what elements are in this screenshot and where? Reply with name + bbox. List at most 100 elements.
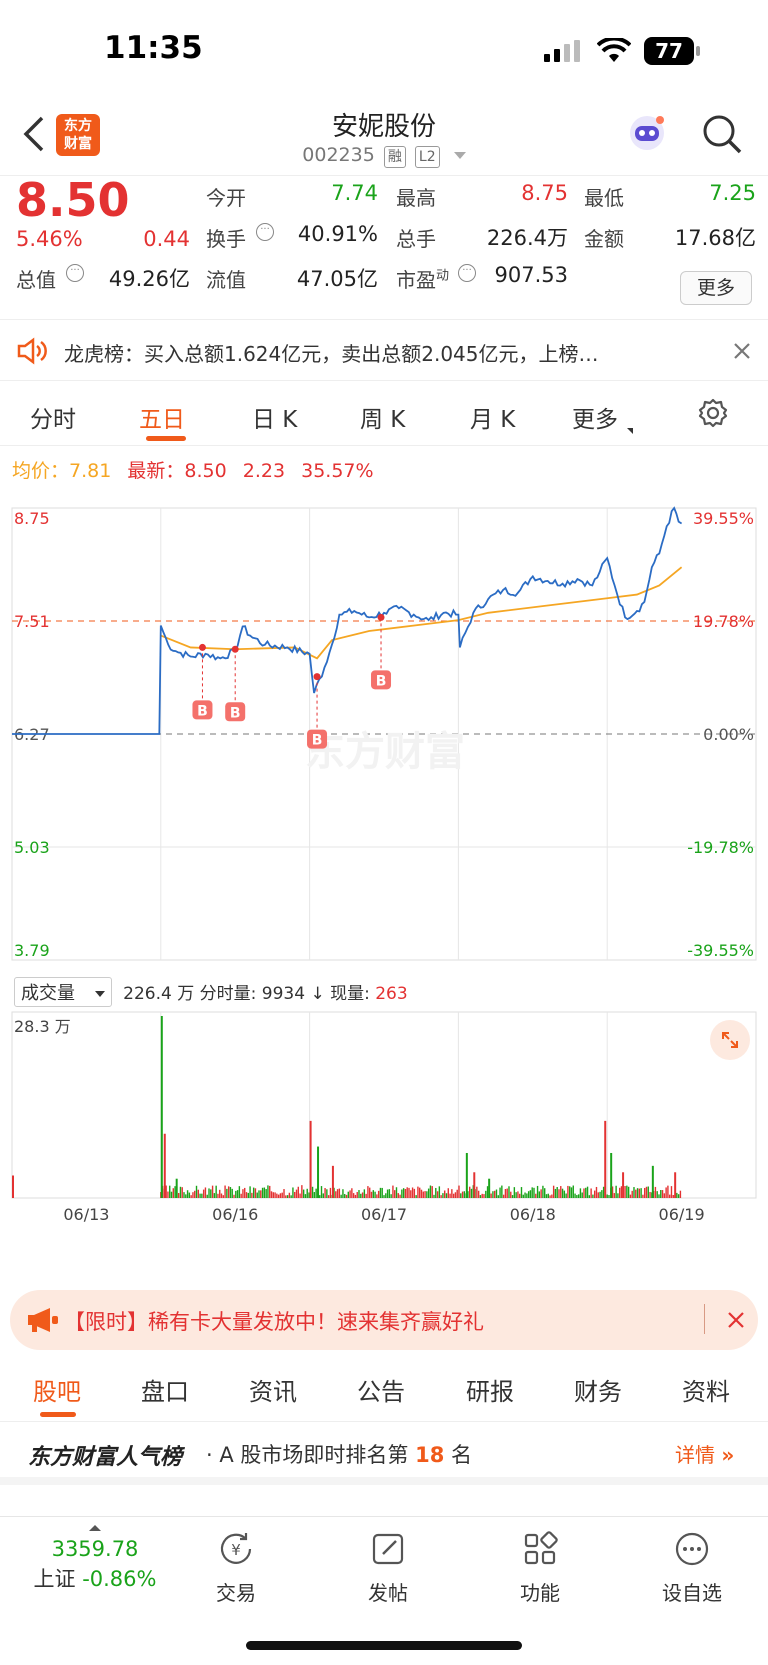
chart-tabs: 分时 五日 日 K 周 K 月 K 更多 <box>0 382 768 446</box>
info-icon[interactable]: ··· <box>256 223 274 241</box>
level-tag: L2 <box>414 146 440 168</box>
volume-frame <box>11 1011 757 1199</box>
stock-header: 东方 财富 安妮股份 002235 融 L2 <box>0 100 768 176</box>
tab-research[interactable]: 研报 <box>466 1372 514 1407</box>
wifi-icon <box>596 36 632 68</box>
tab-monthly-k[interactable]: 月 K <box>470 400 515 434</box>
add-watchlist-button[interactable]: 设自选 <box>632 1529 752 1606</box>
latest-label: 最新： <box>127 460 185 482</box>
robot-assistant-icon[interactable] <box>626 112 668 158</box>
mktcap-label: 总值 <box>16 268 56 292</box>
close-icon[interactable] <box>732 341 752 365</box>
pe-label-text: 市盈 <box>396 268 436 292</box>
tab-five-day[interactable]: 五日 <box>139 400 185 434</box>
active-subtab-indicator <box>40 1412 76 1417</box>
popularity-ranking[interactable]: 东方财富人气榜 · A 股市场即时排名第 18 名 详情 » <box>0 1423 768 1485</box>
corner-arrow-icon <box>627 428 634 434</box>
post-button[interactable]: 发帖 <box>328 1529 448 1606</box>
detail-link[interactable]: 详情 » <box>675 1439 734 1468</box>
up-arrow-icon <box>89 1525 101 1531</box>
volume-value: 226.4万 <box>486 226 568 250</box>
expand-icon[interactable] <box>710 1020 750 1060</box>
detail-label: 详情 <box>675 1443 715 1467</box>
dragon-tiger-notice[interactable]: 龙虎榜：买入总额1.624亿元，卖出总额2.045亿元，上榜… <box>0 321 768 381</box>
tab-daily-k[interactable]: 日 K <box>252 400 297 434</box>
trade-icon: ¥ <box>220 1533 252 1564</box>
notice-text: 龙虎榜：买入总额1.624亿元，卖出总额2.045亿元，上榜… <box>64 342 599 366</box>
megaphone-icon <box>26 1306 60 1338</box>
tab-news[interactable]: 资讯 <box>249 1372 297 1407</box>
latest-value: 8.50 <box>184 460 227 482</box>
index-ticker[interactable]: 3359.78 上证 -0.86% <box>20 1525 170 1593</box>
tab-order-book[interactable]: 盘口 <box>141 1372 189 1407</box>
tab-stock-forum[interactable]: 股吧 <box>33 1372 81 1407</box>
price-plot[interactable]: 8.75 39.55%7.51 19.78%6.27 0.00%5.03 -19.78%… <box>0 490 768 972</box>
more-button[interactable]: 更多 <box>680 271 752 305</box>
dropdown-icon <box>94 991 105 997</box>
high-value: 8.75 <box>521 181 568 205</box>
volume-plot[interactable]: 28.3 万 06/13 06/16 06/17 06/18 06/19 <box>0 1008 768 1226</box>
post-label: 发帖 <box>368 1581 408 1605</box>
trade-button[interactable]: ¥ 交易 <box>176 1529 296 1606</box>
buy-marker-dot <box>231 645 239 653</box>
add-watchlist-label: 设自选 <box>662 1581 722 1605</box>
day-label: 06/18 <box>510 1205 556 1224</box>
buy-marker-dot <box>313 673 321 681</box>
settings-icon[interactable] <box>698 398 728 432</box>
edit-icon <box>372 1533 404 1565</box>
signal-icon <box>544 40 584 66</box>
promo-banner[interactable]: 【限时】稀有卡大量发放中！速来集齐赢好礼 <box>10 1290 758 1350</box>
amount-value: 17.68亿 <box>674 226 756 250</box>
price-tick-label: 3.79 <box>14 941 50 960</box>
change-value: 0.44 <box>143 227 190 251</box>
float-value: 47.05亿 <box>296 267 378 291</box>
quote-panel: 8.50 5.46% 0.44 今开 7.74 最高 8.75 最低 7.25 … <box>0 173 768 320</box>
functions-button[interactable]: 功能 <box>480 1529 600 1606</box>
search-icon[interactable] <box>702 114 742 158</box>
five-day-chart[interactable]: 均价：7.81 最新：8.50 2.23 35.57% 8.75 39.55% 7.… <box>0 446 768 1286</box>
volume-selector[interactable]: 成交量 <box>14 977 112 1007</box>
float-label: 流值 <box>206 268 246 292</box>
tab-announcements[interactable]: 公告 <box>357 1372 405 1407</box>
period-volume-value: 9934 <box>261 984 306 1004</box>
stock-code: 002235 <box>302 144 375 166</box>
amount-label: 金额 <box>584 227 624 251</box>
volume-header: 成交量 226.4 万 分时量: 9934 ↓ 现量: 263 <box>14 977 408 1007</box>
volume-total: 226.4 万 <box>123 984 195 1004</box>
tab-intraday[interactable]: 分时 <box>30 400 76 434</box>
current-volume-label: 现量: <box>330 984 370 1004</box>
tab-more[interactable]: 更多 <box>572 400 634 434</box>
double-chevron-icon: » <box>721 1443 735 1467</box>
svg-text:¥: ¥ <box>231 1541 241 1559</box>
high-label: 最高 <box>396 186 436 210</box>
day-label: 06/16 <box>212 1205 258 1224</box>
tab-weekly-k[interactable]: 周 K <box>360 400 405 434</box>
buy-marker-dot <box>198 643 206 651</box>
tab-finance[interactable]: 财务 <box>574 1372 622 1407</box>
latest-change: 2.23 <box>242 460 286 482</box>
buy-marker-label: B <box>312 733 323 749</box>
pct-tick-label: 19.78% <box>693 612 754 631</box>
avg-price-label: 均价： <box>12 460 70 482</box>
volume-label: 总手 <box>396 227 436 251</box>
volume-max-label: 28.3 万 <box>14 1017 71 1036</box>
avg-price-value: 7.81 <box>69 460 112 482</box>
period-volume-label: 分时量: <box>199 984 257 1004</box>
home-indicator <box>246 1641 522 1650</box>
buy-marker-label: B <box>376 673 387 689</box>
popularity-brand: 东方财富人气榜 <box>28 1445 183 1470</box>
separator-dot: · <box>206 1443 213 1467</box>
ranking-suffix: 名 <box>451 1443 473 1467</box>
info-icon[interactable]: ··· <box>66 264 84 282</box>
volume-selector-label: 成交量 <box>21 983 75 1004</box>
tab-profile[interactable]: 资料 <box>682 1372 730 1407</box>
active-tab-indicator <box>146 436 186 441</box>
tab-more-label: 更多 <box>572 407 618 433</box>
latest-change-pct: 35.57% <box>301 460 374 482</box>
pe-label: 市盈动 <box>396 264 449 293</box>
low-label: 最低 <box>584 186 624 210</box>
close-icon[interactable] <box>726 1310 746 1334</box>
day-label: 06/19 <box>659 1205 705 1224</box>
price-tick-label: 7.51 <box>14 612 50 631</box>
pe-value: 907.53 <box>494 263 568 287</box>
